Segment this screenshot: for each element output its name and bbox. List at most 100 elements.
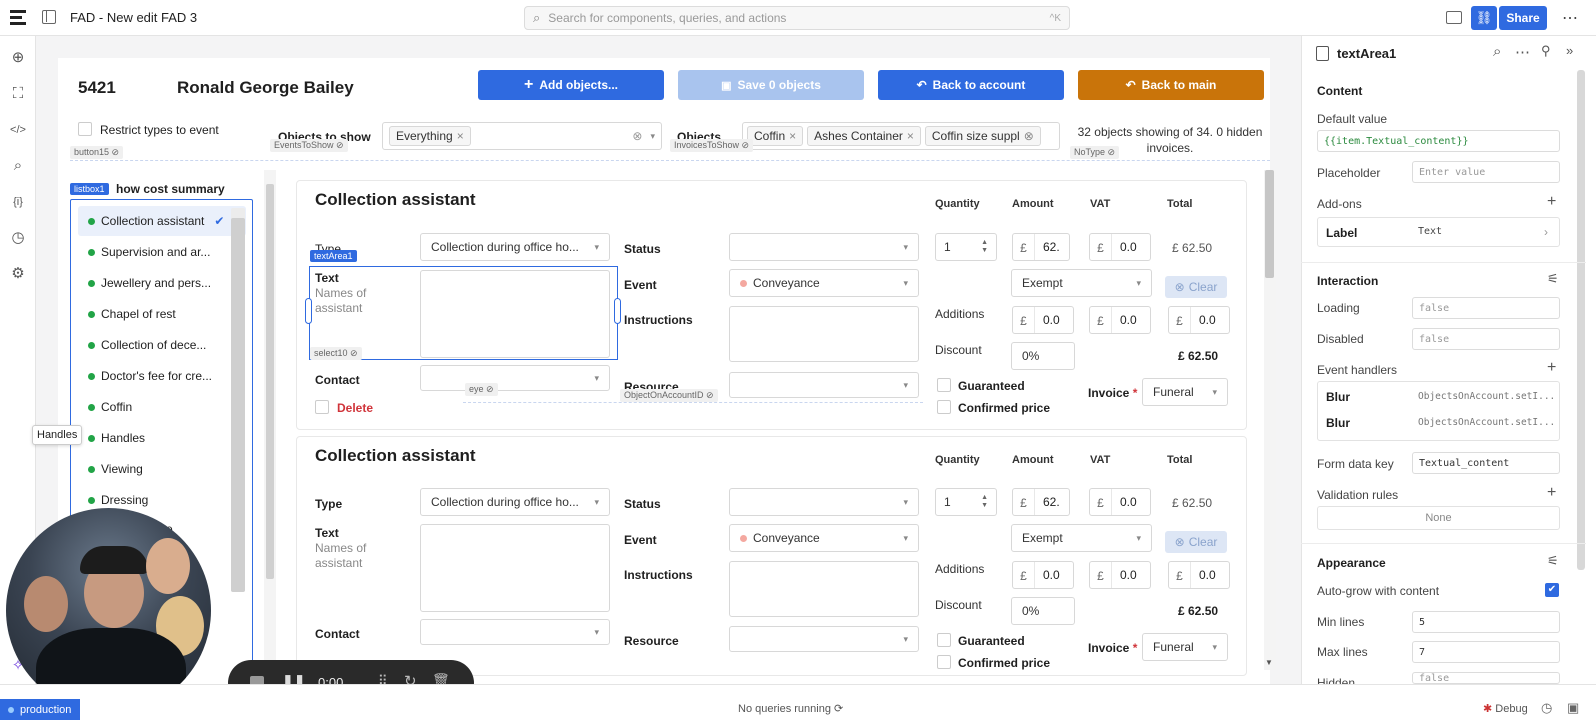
list-item[interactable]: Viewing — [88, 454, 238, 484]
guaranteed-checkbox[interactable] — [937, 378, 951, 392]
list-item[interactable]: Chapel of rest — [88, 299, 238, 329]
back-to-main-button[interactable]: ↶ Back to main — [1078, 70, 1264, 100]
history-icon[interactable]: ◷ — [1541, 700, 1552, 716]
list-item[interactable]: Jewellery and pers... — [88, 268, 238, 298]
contact-select[interactable]: ▾ — [420, 619, 610, 645]
vat-type-select[interactable]: Exempt ▾ — [1011, 524, 1152, 552]
list-item[interactable]: Collection of dece... — [88, 330, 238, 360]
save-objects-button[interactable]: ▣ Save 0 objects — [678, 70, 864, 100]
hidden-input[interactable]: false — [1412, 672, 1560, 684]
min-lines-input[interactable]: 5 — [1412, 611, 1560, 633]
preview-icon[interactable] — [1446, 11, 1462, 24]
panel-icon[interactable]: ▣ — [1567, 700, 1579, 716]
instructions-input[interactable] — [729, 561, 919, 617]
remove-chip-icon[interactable]: × — [789, 129, 796, 143]
back-to-account-button[interactable]: ↶ Back to account — [878, 70, 1064, 100]
restrict-checkbox[interactable] — [78, 122, 92, 136]
more-icon[interactable]: ⋯ — [1515, 43, 1530, 61]
history-icon[interactable]: ◷ — [8, 228, 28, 248]
sidebar-toggle-icon[interactable] — [42, 10, 56, 24]
text-area-input[interactable] — [420, 524, 610, 612]
additions-total-input[interactable]: £0.0 — [1168, 306, 1230, 334]
stepper-icon[interactable]: ▲ ▼ — [981, 494, 988, 510]
amount-input[interactable]: £62. — [1012, 233, 1070, 261]
link-icon[interactable]: ⛓ — [1471, 6, 1497, 30]
add-addon-icon[interactable]: + — [1547, 193, 1556, 211]
loading-input[interactable]: false — [1412, 297, 1560, 319]
remove-chip-icon[interactable]: × — [457, 129, 464, 143]
more-icon[interactable]: ⋯ — [1562, 8, 1578, 28]
scroll-thumb[interactable] — [266, 184, 274, 579]
pin-icon[interactable]: ⚲ — [1541, 43, 1551, 59]
default-value-input[interactable]: {{item.Textual_content}} — [1317, 130, 1560, 152]
list-item[interactable]: Supervision and ar... — [88, 237, 238, 267]
text-area-input[interactable] — [420, 270, 610, 358]
variables-icon[interactable]: {i} — [8, 192, 28, 212]
vat-input[interactable]: £0.0 — [1089, 488, 1151, 516]
share-button[interactable]: Share — [1499, 6, 1547, 30]
form-key-input[interactable]: Textual_content — [1412, 452, 1560, 474]
resize-handle[interactable] — [614, 298, 621, 324]
stepper-icon[interactable]: ▲ ▼ — [981, 239, 988, 255]
settings-icon[interactable]: ⚙ — [8, 264, 28, 284]
repeater-scrollbar-right[interactable] — [1264, 170, 1276, 670]
contact-select[interactable]: ▾ — [420, 365, 610, 391]
repeater-scrollbar-left[interactable] — [264, 170, 276, 680]
scroll-thumb[interactable] — [1265, 170, 1274, 278]
guaranteed-checkbox[interactable] — [937, 633, 951, 647]
resize-handle[interactable] — [305, 298, 312, 324]
quantity-stepper[interactable]: 1 ▲ ▼ — [935, 488, 997, 516]
objects-to-show-select[interactable]: Everything × ⊗ ▾ — [382, 122, 662, 150]
search-icon[interactable]: ⌕ — [1493, 43, 1501, 60]
additions-amount-input[interactable]: £0.0 — [1012, 306, 1074, 334]
delete-checkbox[interactable] — [315, 400, 329, 414]
add-validation-icon[interactable]: + — [1547, 484, 1556, 502]
scroll-down-icon[interactable]: ▼ — [1265, 658, 1273, 667]
clear-icon[interactable]: ⊗ — [632, 129, 642, 143]
status-select[interactable]: ▾ — [729, 233, 919, 261]
invoice-select[interactable]: Funeral ▾ — [1142, 633, 1228, 661]
label-addon[interactable]: Label Text › — [1317, 217, 1560, 247]
search-bar[interactable]: ⌕ Search for components, queries, and ac… — [524, 6, 1070, 30]
add-objects-button[interactable]: + Add objects... — [478, 70, 664, 100]
list-item[interactable]: Collection assistant ✔ — [88, 206, 238, 236]
tree-icon[interactable]: ⛶ — [8, 84, 28, 104]
search-rail-icon[interactable]: ⌕ — [8, 156, 28, 176]
add-icon[interactable]: ⊕ — [8, 48, 28, 68]
additions-total-input[interactable]: £0.0 — [1168, 561, 1230, 589]
type-select[interactable]: Collection during office ho... ▾ — [420, 488, 610, 516]
autogrow-checkbox[interactable]: ✔ — [1545, 583, 1559, 597]
clear-button[interactable]: ⊗ Clear — [1165, 276, 1227, 298]
settings-sliders-icon[interactable]: ⚟ — [1547, 553, 1559, 569]
discount-input[interactable]: 0% — [1011, 342, 1075, 370]
additions-vat-input[interactable]: £0.0 — [1089, 561, 1151, 589]
event-select[interactable]: Conveyance ▾ — [729, 269, 919, 297]
handler-action[interactable]: ObjectsOnAccount.setI... — [1418, 417, 1555, 428]
max-lines-input[interactable]: 7 — [1412, 641, 1560, 663]
disabled-input[interactable]: false — [1412, 328, 1560, 350]
objects-select[interactable]: Coffin × Ashes Container × Coffin size sup… — [742, 122, 1060, 150]
handler-action[interactable]: ObjectsOnAccount.setI... — [1418, 391, 1555, 402]
quantity-stepper[interactable]: 1 ▲ ▼ — [935, 233, 997, 261]
additions-vat-input[interactable]: £0.0 — [1089, 306, 1151, 334]
discount-input[interactable]: 0% — [1011, 597, 1075, 625]
clear-icon[interactable]: ⊗ — [1024, 129, 1034, 143]
confirmed-checkbox[interactable] — [937, 655, 951, 669]
instructions-input[interactable] — [729, 306, 919, 362]
handler-event[interactable]: Blur — [1326, 390, 1350, 404]
list-item[interactable]: Doctor's fee for cre... — [88, 361, 238, 391]
settings-sliders-icon[interactable]: ⚟ — [1547, 271, 1559, 287]
resource-select[interactable]: ▾ — [729, 626, 919, 652]
add-handler-icon[interactable]: + — [1547, 359, 1556, 377]
clear-button[interactable]: ⊗ Clear — [1165, 531, 1227, 553]
invoice-select[interactable]: Funeral ▾ — [1142, 378, 1228, 406]
confirmed-checkbox[interactable] — [937, 400, 951, 414]
code-icon[interactable]: </> — [8, 120, 28, 140]
amount-input[interactable]: £62. — [1012, 488, 1070, 516]
placeholder-input[interactable]: Enter value — [1412, 161, 1560, 183]
vat-input[interactable]: £0.0 — [1089, 233, 1151, 261]
handler-event[interactable]: Blur — [1326, 416, 1350, 430]
additions-amount-input[interactable]: £0.0 — [1012, 561, 1074, 589]
resource-select[interactable]: ▾ — [729, 372, 919, 398]
refresh-icon[interactable]: ⟳ — [834, 703, 843, 715]
